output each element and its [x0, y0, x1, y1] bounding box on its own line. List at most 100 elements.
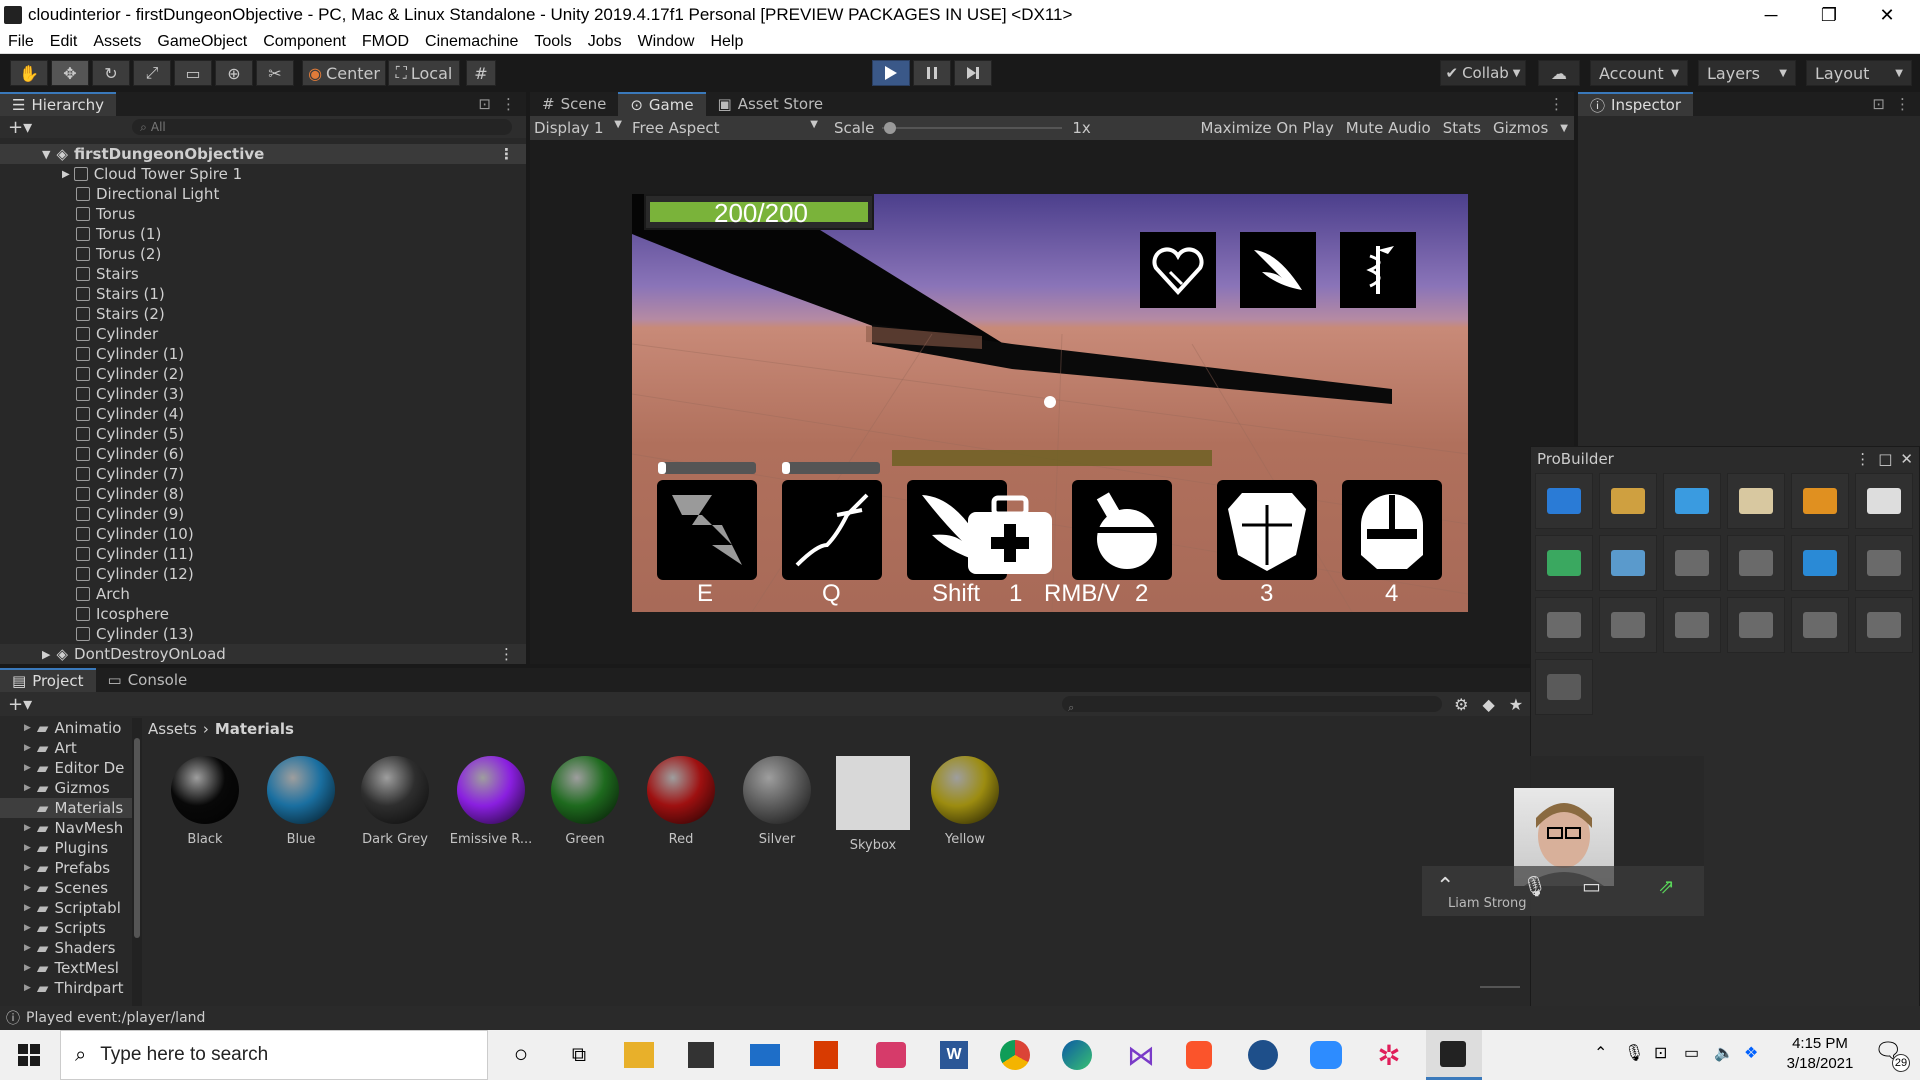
dontdestroy-row[interactable]: ▶ ◈ DontDestroyOnLoad ⋮ [0, 644, 526, 664]
app-icon[interactable] [1248, 1040, 1278, 1070]
hierarchy-item[interactable]: Stairs (1) [0, 284, 526, 304]
restore-button[interactable]: ❐ [1798, 0, 1860, 30]
close-icon[interactable]: ✕ [1900, 450, 1913, 468]
hierarchy-item[interactable]: Cylinder (3) [0, 384, 526, 404]
more-icon[interactable]: ⋮ [501, 95, 516, 113]
hierarchy-item[interactable]: Cylinder (7) [0, 464, 526, 484]
lock-icon[interactable]: ⊡ [1872, 95, 1885, 113]
hierarchy-item[interactable]: Stairs (2) [0, 304, 526, 324]
expand-icon[interactable]: ▶ [24, 863, 31, 873]
menu-edit[interactable]: Edit [42, 33, 86, 51]
tab-scene[interactable]: # Scene [530, 92, 618, 116]
connect-icon[interactable] [1599, 597, 1657, 653]
taskbar-clock[interactable]: 4:15 PM 3/18/2021 [1770, 1034, 1870, 1074]
extrude-icon[interactable] [1599, 535, 1657, 591]
mic-muted-icon[interactable]: 🎙 [1522, 874, 1547, 898]
mute-audio-toggle[interactable]: Mute Audio [1340, 119, 1437, 137]
material-asset[interactable]: Skybox [828, 756, 918, 853]
add-icon[interactable]: +▾ [8, 117, 32, 138]
scrollbar-thumb[interactable] [134, 738, 140, 938]
split-icon[interactable] [1855, 597, 1913, 653]
aspect-dropdown[interactable]: Free Aspect ▼ [628, 119, 824, 137]
tab-hierarchy[interactable]: ☰ Hierarchy [0, 92, 116, 116]
menu-help[interactable]: Help [702, 33, 751, 51]
maximize-on-play-toggle[interactable]: Maximize On Play [1195, 119, 1340, 137]
hierarchy-item[interactable]: Cylinder (6) [0, 444, 526, 464]
material-asset[interactable]: Green [540, 756, 630, 847]
folder-item[interactable]: ▶ ▰ Prefabs [0, 858, 132, 878]
merge-icon[interactable] [1663, 535, 1721, 591]
hierarchy-item[interactable]: Torus [0, 204, 526, 224]
visual-studio-icon[interactable]: ⋈ [1124, 1038, 1158, 1072]
folder-item[interactable]: ▶ ▰ Scripts [0, 918, 132, 938]
menu-file[interactable]: File [0, 33, 42, 51]
office-icon[interactable] [814, 1041, 838, 1069]
word-icon[interactable]: W [940, 1041, 968, 1069]
hierarchy-item[interactable]: Cylinder (1) [0, 344, 526, 364]
menu-assets[interactable]: Assets [85, 33, 149, 51]
display-dropdown[interactable]: Display 1 ▼ [530, 119, 628, 137]
uv2-icon[interactable] [1791, 535, 1849, 591]
project-search-input[interactable]: ⌕ [1062, 696, 1443, 714]
folder-item[interactable]: ▶ ▰ TextMesl [0, 958, 132, 978]
star-icon[interactable]: ★ [1509, 695, 1523, 714]
material-editor-icon[interactable] [1791, 473, 1849, 529]
hierarchy-search-input[interactable]: ⌕ All [132, 119, 513, 135]
hierarchy-item[interactable]: ▶ Cloud Tower Spire 1 [0, 164, 526, 184]
file-explorer-icon[interactable] [624, 1042, 654, 1068]
play-button[interactable] [872, 60, 910, 86]
expand-icon[interactable]: ▶ [24, 763, 31, 773]
mail-icon[interactable] [750, 1044, 780, 1066]
expand-icon[interactable]: ▶ [24, 743, 31, 753]
chrome-icon[interactable] [1000, 1040, 1030, 1070]
subdivide-icon[interactable] [1535, 597, 1593, 653]
select-icon[interactable] [1535, 535, 1593, 591]
uv-editor-icon[interactable] [1727, 473, 1785, 529]
maximize-icon[interactable]: □ [1878, 450, 1892, 468]
hierarchy-item[interactable]: Cylinder (5) [0, 424, 526, 444]
reverse-icon[interactable] [1535, 659, 1593, 715]
weld-icon[interactable] [1791, 597, 1849, 653]
hand-icon[interactable]: ✋ [10, 60, 48, 86]
battery-icon[interactable]: ▭ [1684, 1043, 1699, 1063]
volume-icon[interactable]: 🔈 [1714, 1043, 1734, 1063]
tab-game[interactable]: ⊙ Game [618, 92, 706, 116]
hierarchy-item[interactable]: Cylinder (13) [0, 624, 526, 644]
menu-window[interactable]: Window [630, 33, 703, 51]
store-icon[interactable] [688, 1042, 714, 1068]
rotate-icon[interactable]: ↻ [92, 60, 130, 86]
folder-item[interactable]: ▶ ▰ Plugins [0, 838, 132, 858]
cortana-icon[interactable]: ○ [504, 1038, 538, 1072]
expand-icon[interactable]: ▶ [24, 723, 31, 733]
expand-icon[interactable]: ▶ [24, 943, 31, 953]
hierarchy-item[interactable]: Cylinder (10) [0, 524, 526, 544]
windows-start-icon[interactable] [12, 1038, 46, 1072]
folder-item[interactable]: ▶ ▰ Shaders [0, 938, 132, 958]
folder-item[interactable]: ▶ ▰ Gizmos [0, 778, 132, 798]
folder-item[interactable]: ▶ ▰ Scenes [0, 878, 132, 898]
dontdestroy-menu-icon[interactable]: ⋮ [499, 645, 514, 663]
more-icon[interactable]: ⋮ [1895, 95, 1910, 113]
expand-icon[interactable]: ▶ [24, 963, 31, 973]
close-button[interactable]: ✕ [1856, 0, 1918, 30]
brave-icon[interactable] [1186, 1041, 1212, 1069]
breadcrumb-assets[interactable]: Assets [148, 720, 197, 738]
menu-component[interactable]: Component [255, 33, 354, 51]
material-asset[interactable]: Dark Grey [350, 756, 440, 847]
gizmos-toggle[interactable]: Gizmos [1487, 119, 1554, 137]
menu-tools[interactable]: Tools [526, 33, 579, 51]
custom-tool-icon[interactable]: ✂ [256, 60, 294, 86]
network-icon[interactable]: ⊡ [1654, 1043, 1667, 1063]
collab-dropdown[interactable]: ✔ Collab ▼ [1440, 60, 1526, 86]
move-icon[interactable]: ✥ [51, 60, 89, 86]
expand-icon[interactable]: ▶ [24, 843, 31, 853]
expand-icon[interactable]: ▶ [24, 983, 31, 993]
folder-item[interactable]: ▶ ▰ Thirdpart [0, 978, 132, 998]
hierarchy-item[interactable]: Cylinder (8) [0, 484, 526, 504]
task-view-icon[interactable]: ⧉ [562, 1038, 596, 1072]
menu-jobs[interactable]: Jobs [580, 33, 630, 51]
bridge-icon[interactable] [1727, 597, 1785, 653]
calendar-icon[interactable] [876, 1042, 906, 1068]
dropbox-icon[interactable]: ❖ [1744, 1043, 1758, 1063]
material-asset[interactable]: Red [636, 756, 726, 847]
